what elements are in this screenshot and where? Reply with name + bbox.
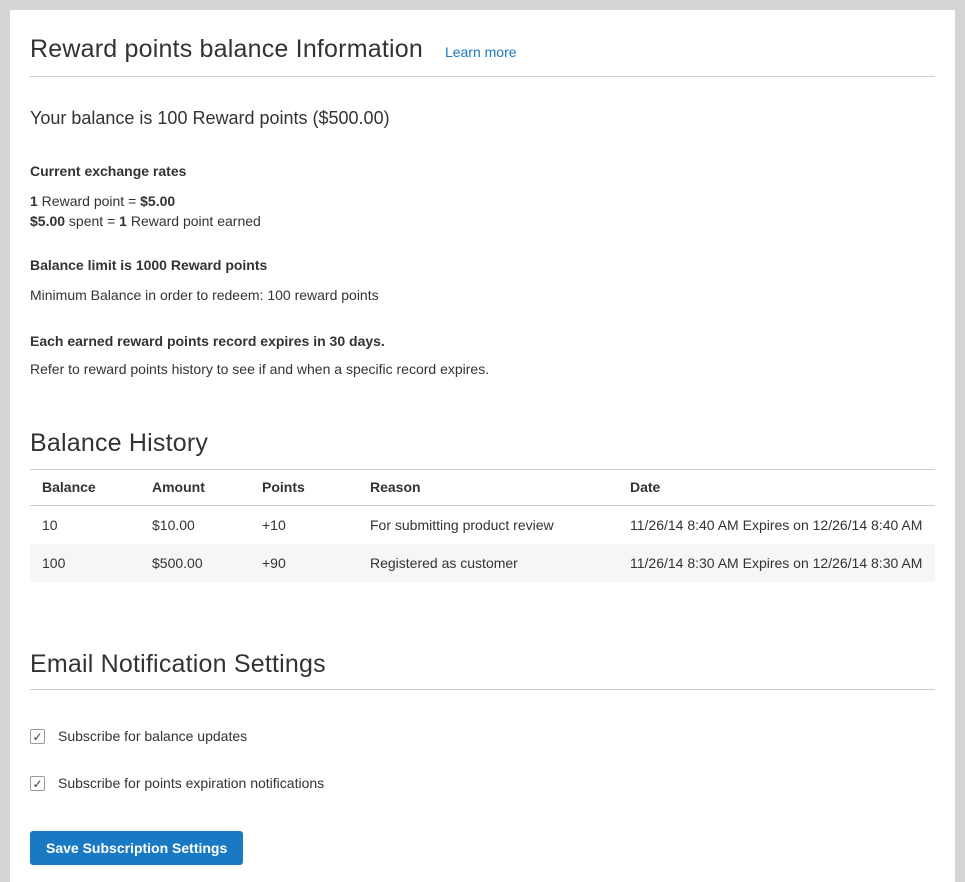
balance-summary: Your balance is 100 Reward points ($500.… [30, 106, 935, 131]
cell-balance: 100 [30, 544, 140, 582]
subscribe-expiration-notifications-label: Subscribe for points expiration notifica… [58, 775, 324, 792]
balance-limit-text: Balance limit is 1000 Reward points [30, 256, 935, 275]
minimum-redeem-text: Minimum Balance in order to redeem: 100 … [30, 286, 935, 305]
expiration-heading: Each earned reward points record expires… [30, 332, 935, 351]
cell-points: +10 [250, 506, 358, 545]
table-row: 10 $10.00 +10 For submitting product rev… [30, 506, 935, 545]
column-header-reason: Reason [358, 470, 618, 506]
column-header-date: Date [618, 470, 935, 506]
exchange-rates-lines: 1 Reward point = $5.00 $5.00 spent = 1 Re… [30, 191, 935, 231]
column-header-points: Points [250, 470, 358, 506]
table-row: 100 $500.00 +90 Registered as customer 1… [30, 544, 935, 582]
email-settings-title-row: Email Notification Settings [30, 648, 935, 690]
rate-line-2: $5.00 spent = 1 Reward point earned [30, 213, 261, 229]
cell-date: 11/26/14 8:40 AM Expires on 12/26/14 8:4… [618, 506, 935, 545]
checkbox-checked-icon[interactable]: ✓ [30, 776, 45, 791]
exchange-rates-heading: Current exchange rates [30, 162, 935, 181]
cell-points: +90 [250, 544, 358, 582]
balance-history-table-header: Balance Amount Points Reason Date [30, 470, 935, 506]
save-subscription-settings-button[interactable]: Save Subscription Settings [30, 831, 243, 865]
cell-reason: For submitting product review [358, 506, 618, 545]
rate-line-1: 1 Reward point = $5.00 [30, 193, 175, 209]
learn-more-link[interactable]: Learn more [445, 44, 517, 60]
page-title: Reward points balance Information [30, 34, 423, 64]
balance-history-title: Balance History [30, 427, 935, 459]
reward-points-card: Reward points balance Information Learn … [10, 10, 955, 882]
subscribe-balance-updates-label: Subscribe for balance updates [58, 728, 247, 745]
cell-amount: $10.00 [140, 506, 250, 545]
balance-history-table: Balance Amount Points Reason Date 10 $10… [30, 469, 935, 582]
cell-date: 11/26/14 8:30 AM Expires on 12/26/14 8:3… [618, 544, 935, 582]
expiration-note: Refer to reward points history to see if… [30, 360, 935, 379]
column-header-amount: Amount [140, 470, 250, 506]
cell-reason: Registered as customer [358, 544, 618, 582]
cell-balance: 10 [30, 506, 140, 545]
subscribe-balance-updates-option[interactable]: ✓ Subscribe for balance updates [30, 728, 935, 745]
checkbox-checked-icon[interactable]: ✓ [30, 729, 45, 744]
cell-amount: $500.00 [140, 544, 250, 582]
email-settings-title: Email Notification Settings [30, 648, 935, 680]
column-header-balance: Balance [30, 470, 140, 506]
subscribe-expiration-notifications-option[interactable]: ✓ Subscribe for points expiration notifi… [30, 775, 935, 792]
page-title-row: Reward points balance Information Learn … [30, 26, 935, 77]
